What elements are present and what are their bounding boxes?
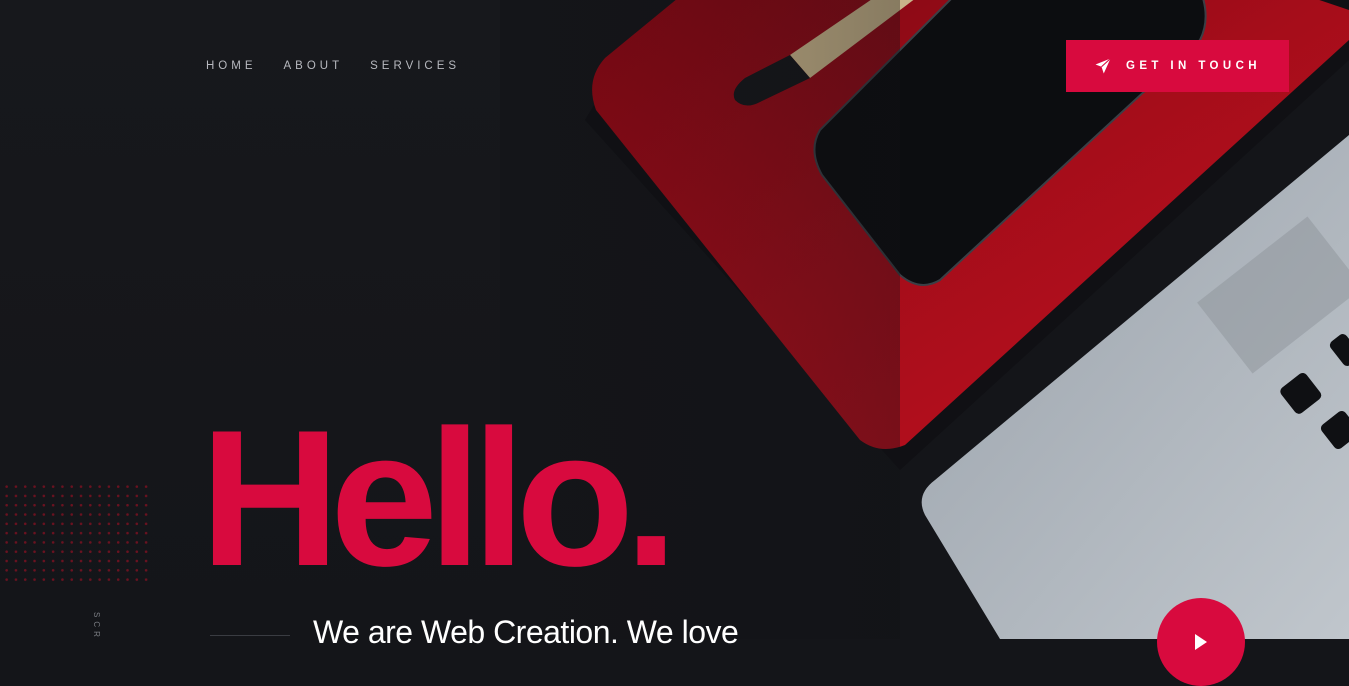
nav-item-about[interactable]: ABOUT xyxy=(284,59,344,73)
hero-subtitle: We are Web Creation. We love xyxy=(313,614,739,650)
hero-title: Hello. xyxy=(200,390,678,607)
paper-plane-icon xyxy=(1095,58,1111,74)
nav-item-services[interactable]: SERVICES xyxy=(370,59,460,73)
scroll-indicator[interactable]: SCR xyxy=(92,612,101,641)
dot-pattern xyxy=(2,482,154,584)
nav-item-home[interactable]: HOME xyxy=(206,59,257,73)
subtitle-divider xyxy=(210,635,290,636)
get-in-touch-button[interactable]: GET IN TOUCH xyxy=(1066,40,1289,92)
play-video-button[interactable] xyxy=(1157,598,1245,686)
main-nav: HOME ABOUT SERVICES xyxy=(206,59,487,73)
get-in-touch-label: GET IN TOUCH xyxy=(1125,60,1261,72)
